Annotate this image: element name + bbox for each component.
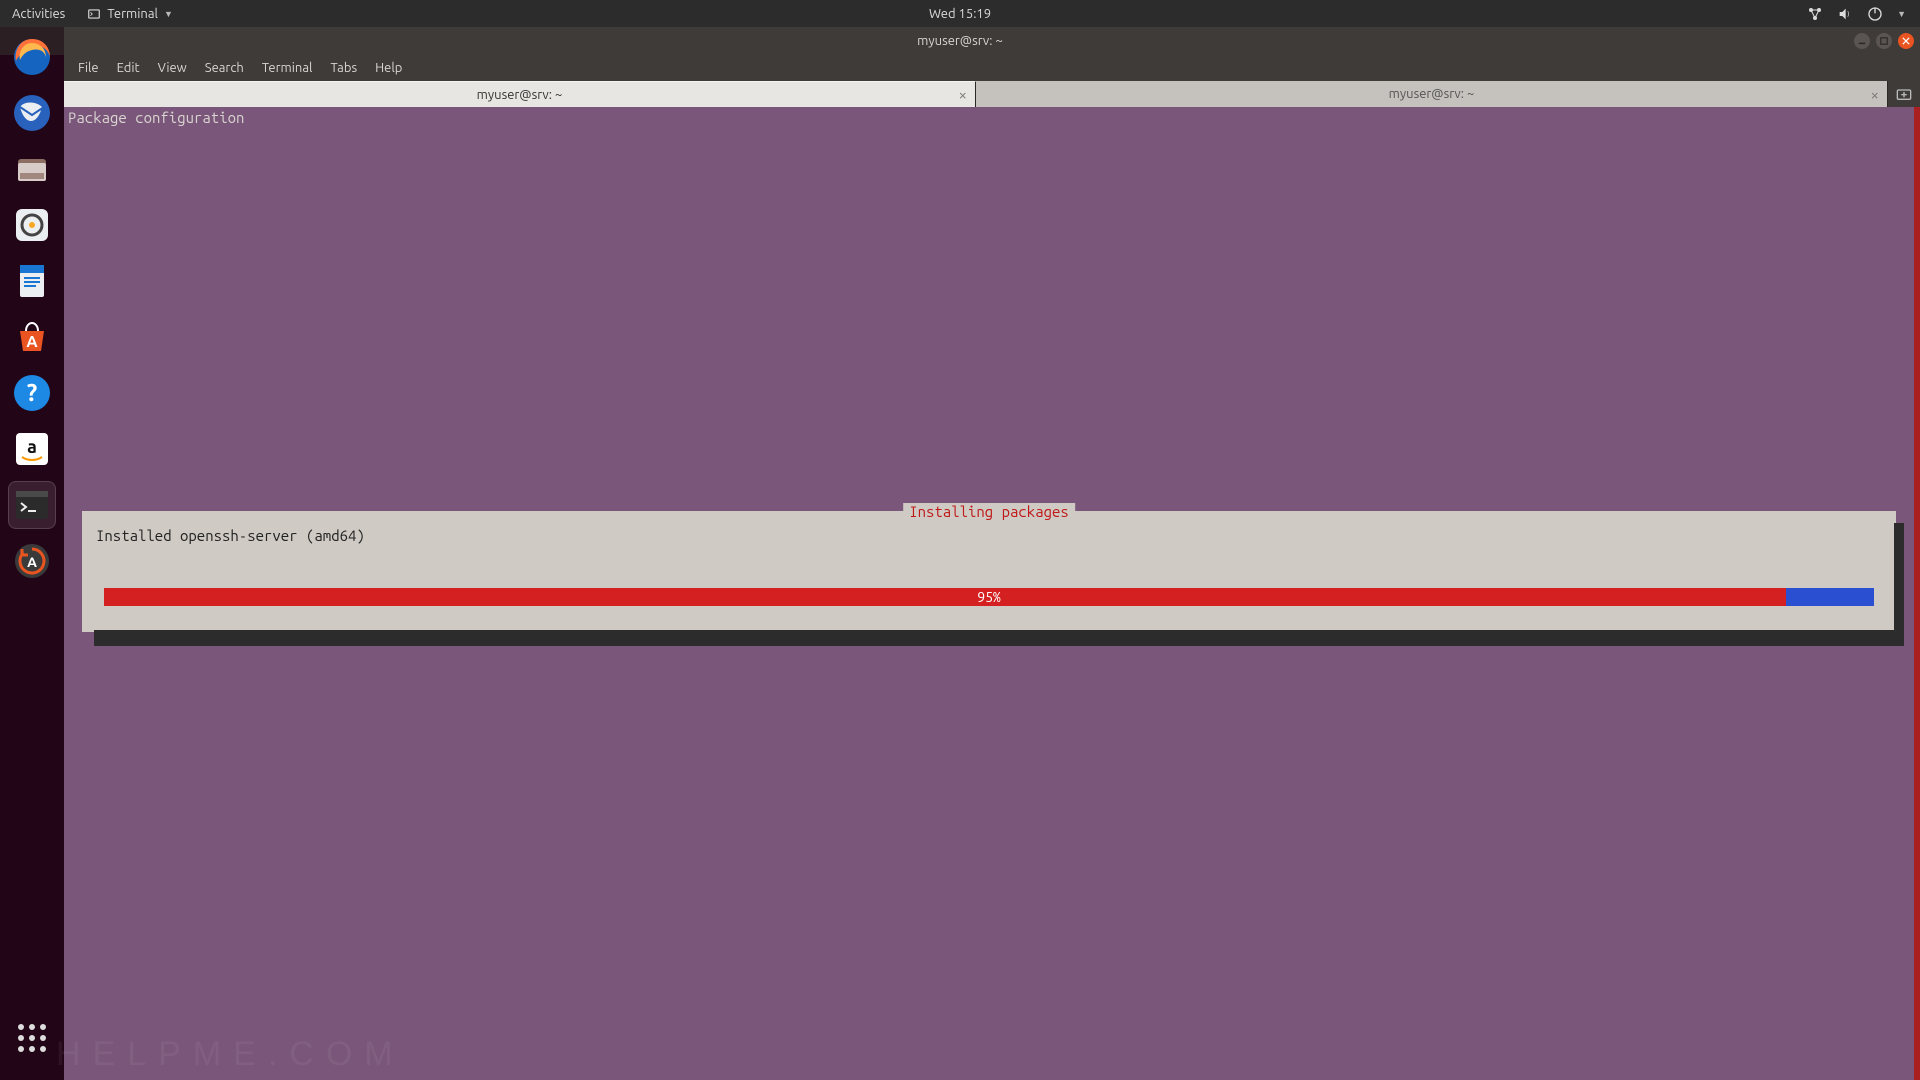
new-tab-icon (1896, 86, 1912, 102)
svg-text:?: ? (27, 379, 38, 406)
power-icon[interactable] (1867, 6, 1883, 22)
chevron-down-icon: ▼ (164, 9, 173, 19)
dock-firefox-icon[interactable] (8, 33, 56, 81)
tab-label: myuser@srv: ~ (1389, 87, 1475, 101)
dock-updater-icon[interactable]: A (8, 537, 56, 585)
close-button[interactable] (1898, 33, 1914, 49)
svg-text:a: a (27, 437, 37, 457)
tab-bar: myuser@srv: ~ × myuser@srv: ~ × (64, 81, 1920, 107)
dock-software-icon[interactable]: A (8, 313, 56, 361)
activities-button[interactable]: Activities (0, 7, 77, 21)
show-applications-button[interactable] (8, 1014, 56, 1062)
menu-tabs[interactable]: Tabs (322, 58, 365, 78)
system-tray: ▼ (1807, 6, 1920, 22)
package-config-header: Package configuration (68, 109, 244, 126)
volume-icon[interactable] (1837, 6, 1853, 22)
dock: A ? a A (0, 27, 64, 1080)
menu-file[interactable]: File (70, 58, 107, 78)
maximize-button[interactable] (1876, 33, 1892, 49)
tab-label: myuser@srv: ~ (477, 88, 563, 102)
svg-text:A: A (27, 554, 37, 570)
new-tab-button[interactable] (1888, 81, 1920, 107)
dock-rhythmbox-icon[interactable] (8, 201, 56, 249)
terminal-body[interactable]: Package configuration Installing package… (64, 107, 1920, 1080)
dock-amazon-icon[interactable]: a (8, 425, 56, 473)
tab-close-icon[interactable]: × (1871, 86, 1879, 103)
dock-thunderbird-icon[interactable] (8, 89, 56, 137)
menu-terminal[interactable]: Terminal (254, 58, 321, 78)
svg-text:A: A (26, 333, 38, 351)
progress-bar: 95% (104, 588, 1874, 606)
dialog-shadow (1894, 523, 1904, 646)
window-titlebar: myuser@srv: ~ (0, 27, 1920, 55)
install-status-line: Installed openssh-server (amd64) (96, 527, 1882, 544)
window-title: myuser@srv: ~ (917, 34, 1003, 48)
minimize-button[interactable] (1854, 33, 1870, 49)
dialog-shadow (94, 630, 1904, 646)
menu-help[interactable]: Help (367, 58, 410, 78)
top-panel: Activities Terminal ▼ Wed 15:19 ▼ (0, 0, 1920, 27)
dialog-title: Installing packages (903, 503, 1075, 520)
progress-fill (104, 588, 1786, 606)
install-dialog: Installing packages Installed openssh-se… (82, 511, 1896, 632)
app-menu-label: Terminal (107, 7, 158, 21)
terminal-tab-2[interactable]: myuser@srv: ~ × (976, 81, 1888, 107)
dock-files-icon[interactable] (8, 145, 56, 193)
menubar: File Edit View Search Terminal Tabs Help (64, 55, 1920, 81)
app-menu[interactable]: Terminal ▼ (77, 7, 183, 21)
tab-close-icon[interactable]: × (959, 86, 967, 103)
dock-writer-icon[interactable] (8, 257, 56, 305)
dock-help-icon[interactable]: ? (8, 369, 56, 417)
menu-search[interactable]: Search (197, 58, 252, 78)
clock[interactable]: Wed 15:19 (929, 7, 991, 21)
window-controls (1854, 33, 1914, 49)
terminal-icon (87, 7, 101, 21)
network-icon[interactable] (1807, 6, 1823, 22)
chevron-down-icon[interactable]: ▼ (1897, 9, 1906, 19)
menu-edit[interactable]: Edit (109, 58, 148, 78)
menu-view[interactable]: View (150, 58, 195, 78)
terminal-tab-1[interactable]: myuser@srv: ~ × (64, 81, 976, 107)
dock-terminal-icon[interactable] (8, 481, 56, 529)
terminal-window: File Edit View Search Terminal Tabs Help… (64, 55, 1920, 1080)
progress-percent-label: 95% (977, 589, 1001, 605)
